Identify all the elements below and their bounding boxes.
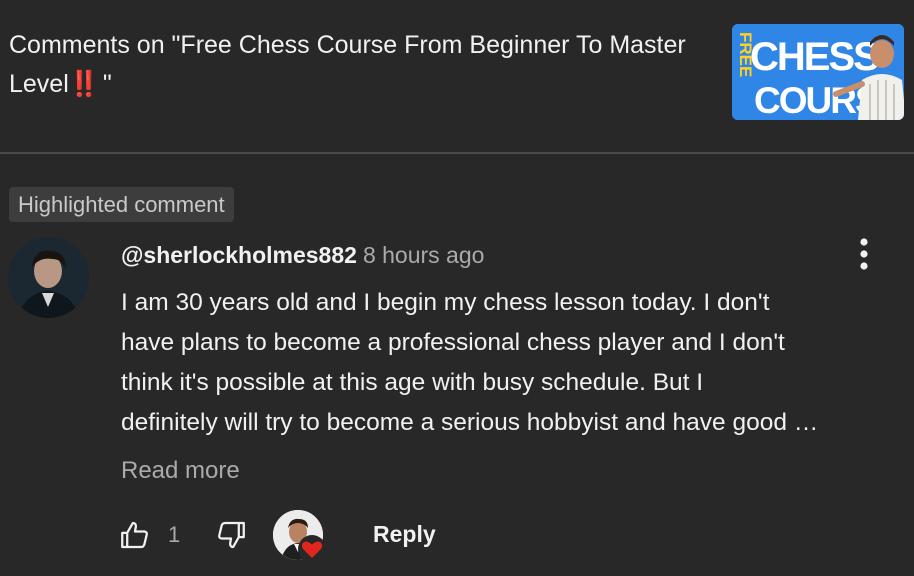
comment-timestamp[interactable]: 8 hours ago (363, 242, 484, 268)
highlighted-comment-chip: Highlighted comment (9, 187, 234, 222)
reply-button[interactable]: Reply (373, 520, 436, 548)
comment-line: I am 30 years old and I begin my chess l… (121, 289, 770, 316)
like-count: 1 (168, 522, 181, 547)
thumbnail-main-text: CHESS (750, 35, 879, 79)
double-exclamation-emoji: ‼️ (68, 70, 100, 98)
comments-header: Comments on "Free Chess Course From Begi… (0, 0, 914, 154)
panel-title: Comments on "Free Chess Course From Begi… (9, 26, 709, 104)
comment-line: definitely will try to become a serious … (121, 409, 819, 436)
commenter-avatar-image (8, 237, 89, 318)
comment-line: think it's possible at this age with bus… (121, 369, 704, 396)
heart-icon (298, 535, 326, 563)
kebab-menu-icon (860, 238, 868, 270)
video-thumbnail[interactable]: FREE CHESS COURS (732, 24, 904, 120)
comment-actions: 1 Reply (118, 508, 518, 563)
thumbnail-graphic: FREE CHESS COURS (732, 24, 904, 120)
creator-heart[interactable] (273, 510, 329, 566)
comment-header: @sherlockholmes882 8 hours ago (121, 240, 484, 270)
avatar[interactable] (8, 237, 89, 318)
comment-text: I am 30 years old and I begin my chess l… (121, 283, 906, 443)
comment-author-handle[interactable]: @sherlockholmes882 (121, 242, 357, 268)
comment-line: have plans to become a professional ches… (121, 329, 785, 356)
read-more-link[interactable]: Read more (121, 454, 240, 488)
thumbs-up-icon (121, 521, 148, 549)
thumbs-down-icon (218, 521, 245, 549)
like-button[interactable] (118, 518, 152, 552)
panel-title-closing-quote: " (102, 70, 112, 98)
dislike-button[interactable] (214, 518, 248, 552)
more-actions-button[interactable] (852, 236, 876, 272)
